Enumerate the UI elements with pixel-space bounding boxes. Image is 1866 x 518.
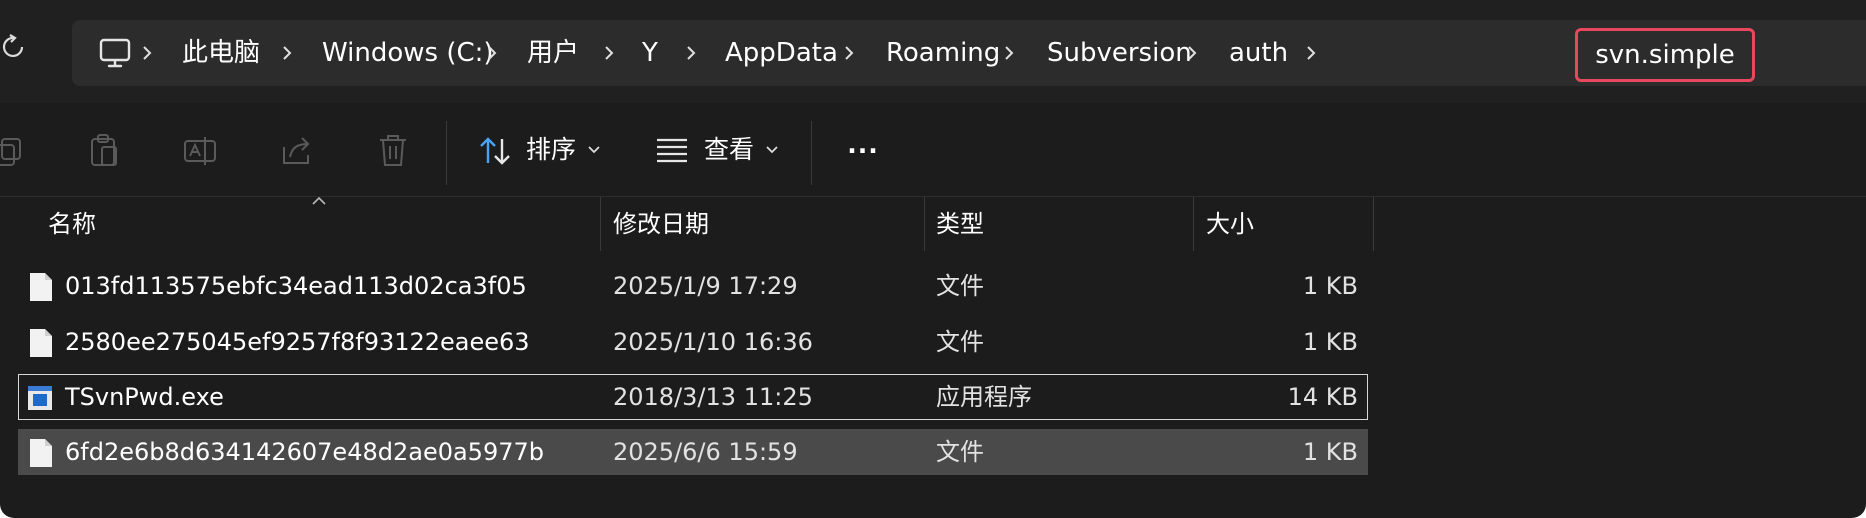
column-divider[interactable] xyxy=(1193,197,1194,251)
exe-icon xyxy=(28,386,52,410)
view-button[interactable]: 查看 xyxy=(656,125,782,175)
file-type: 文件 xyxy=(936,438,984,466)
breadcrumb-windows-c[interactable]: Windows (C:) xyxy=(322,20,494,86)
file-size: 1 KB xyxy=(1302,328,1358,356)
column-headers: 名称 修改日期 类型 大小 xyxy=(0,197,1866,251)
file-row-focused[interactable]: TSvnPwd.exe 2018/3/13 11:25 应用程序 14 KB xyxy=(18,374,1368,420)
chevron-right-icon[interactable] xyxy=(684,46,698,60)
column-divider[interactable] xyxy=(600,197,601,251)
file-name: 2580ee275045ef9257f8f93122eaee63 xyxy=(65,328,530,356)
file-modified: 2025/6/6 15:59 xyxy=(613,438,798,466)
sort-icon xyxy=(480,137,510,165)
toolbar-divider xyxy=(446,121,447,185)
file-row[interactable]: 2580ee275045ef9257f8f93122eaee63 2025/1/… xyxy=(18,319,1368,365)
address-bar-row: 此电脑 Windows (C:) 用户 Y AppData Roaming Su… xyxy=(0,0,1866,103)
file-modified: 2025/1/9 17:29 xyxy=(613,272,798,300)
file-explorer-window: 此电脑 Windows (C:) 用户 Y AppData Roaming Su… xyxy=(0,0,1866,518)
column-header-type[interactable]: 类型 xyxy=(936,197,984,251)
file-name: TSvnPwd.exe xyxy=(65,383,224,411)
file-row[interactable]: 013fd113575ebfc34ead113d02ca3f05 2025/1/… xyxy=(18,263,1368,309)
file-icon xyxy=(30,329,52,357)
share-icon[interactable] xyxy=(280,133,314,167)
breadcrumb-subversion[interactable]: Subversion xyxy=(1047,20,1192,86)
chevron-right-icon[interactable] xyxy=(1304,46,1318,60)
refresh-icon[interactable] xyxy=(0,34,26,60)
file-size: 1 KB xyxy=(1302,438,1358,466)
breadcrumb-auth[interactable]: auth xyxy=(1229,20,1288,86)
file-modified: 2025/1/10 16:36 xyxy=(613,328,813,356)
file-icon xyxy=(30,273,52,301)
chevron-down-icon xyxy=(766,146,778,154)
file-row-selected[interactable]: 6fd2e6b8d634142607e48d2ae0a5977b 2025/6/… xyxy=(18,429,1368,475)
column-divider[interactable] xyxy=(924,197,925,251)
address-bar[interactable]: 此电脑 Windows (C:) 用户 Y AppData Roaming Su… xyxy=(72,20,1866,86)
delete-icon[interactable] xyxy=(376,133,410,167)
file-size: 1 KB xyxy=(1302,272,1358,300)
breadcrumb-user-y[interactable]: Y xyxy=(642,20,658,86)
file-type: 应用程序 xyxy=(936,383,1032,411)
command-bar: 排序 查看 ... xyxy=(0,103,1866,197)
file-name: 013fd113575ebfc34ead113d02ca3f05 xyxy=(65,272,527,300)
sort-label: 排序 xyxy=(526,135,577,164)
chevron-down-icon xyxy=(588,146,600,154)
view-icon xyxy=(657,138,687,163)
sort-button[interactable]: 排序 xyxy=(478,125,604,175)
column-header-modified[interactable]: 修改日期 xyxy=(613,197,709,251)
breadcrumb-current-folder[interactable]: svn.simple xyxy=(1575,28,1755,82)
copy-icon[interactable] xyxy=(0,133,28,167)
file-size: 14 KB xyxy=(1287,383,1358,411)
chevron-right-icon[interactable] xyxy=(1002,46,1016,60)
column-header-size[interactable]: 大小 xyxy=(1206,197,1254,251)
file-type: 文件 xyxy=(936,328,984,356)
chevron-right-icon[interactable] xyxy=(1185,46,1199,60)
rename-icon[interactable] xyxy=(183,133,217,167)
breadcrumb-users[interactable]: 用户 xyxy=(527,20,579,86)
paste-icon[interactable] xyxy=(88,133,122,167)
chevron-right-icon[interactable] xyxy=(842,46,856,60)
toolbar-divider xyxy=(811,121,812,185)
file-type: 文件 xyxy=(936,272,984,300)
view-label: 查看 xyxy=(704,135,755,164)
file-name: 6fd2e6b8d634142607e48d2ae0a5977b xyxy=(65,438,544,466)
chevron-right-icon[interactable] xyxy=(280,46,294,60)
file-icon xyxy=(30,439,52,467)
breadcrumb-this-pc[interactable]: 此电脑 xyxy=(182,20,260,86)
chevron-right-icon[interactable] xyxy=(602,46,616,60)
breadcrumb-appdata[interactable]: AppData xyxy=(725,20,838,86)
file-modified: 2018/3/13 11:25 xyxy=(613,383,813,411)
column-header-name[interactable]: 名称 xyxy=(48,197,96,251)
chevron-right-icon[interactable] xyxy=(140,46,154,60)
breadcrumb-roaming[interactable]: Roaming xyxy=(886,20,1000,86)
more-options-button[interactable]: ... xyxy=(840,120,886,170)
column-divider[interactable] xyxy=(1373,197,1374,251)
computer-icon[interactable] xyxy=(98,36,132,70)
chevron-right-icon[interactable] xyxy=(485,46,499,60)
